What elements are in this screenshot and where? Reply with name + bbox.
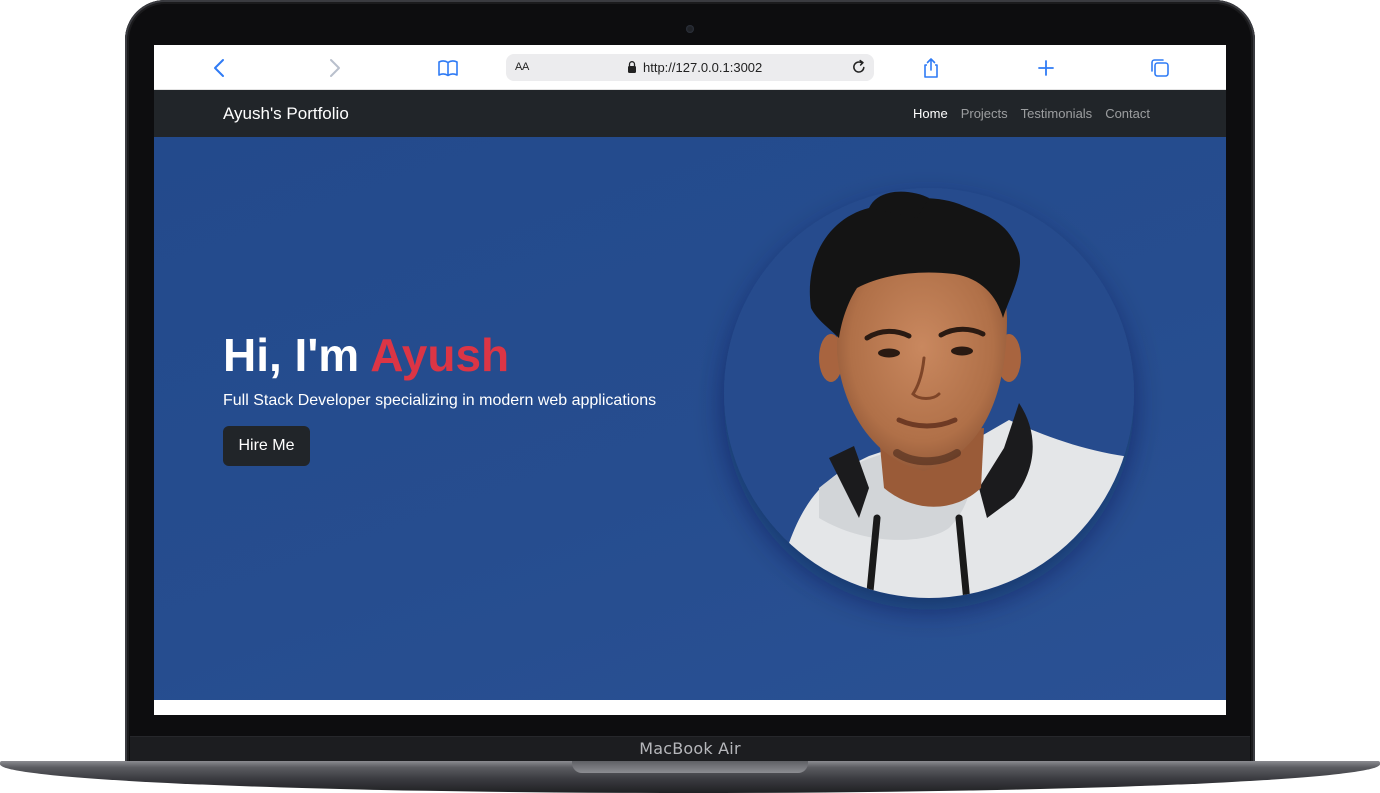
nav-link-projects[interactable]: Projects	[961, 106, 1008, 121]
browser-screen: AA http://127.0.0.1:3002 Ayush's Portfol…	[154, 45, 1226, 715]
text-size-button[interactable]: AA	[515, 61, 529, 73]
laptop-notch	[572, 761, 808, 773]
reload-icon[interactable]	[850, 58, 868, 76]
address-bar[interactable]: AA http://127.0.0.1:3002	[506, 54, 874, 81]
hire-me-button[interactable]: Hire Me	[223, 426, 310, 466]
page-below-hero	[154, 700, 1226, 715]
hero-name: Ayush	[370, 329, 510, 381]
camera-icon	[686, 25, 694, 33]
nav-link-contact[interactable]: Contact	[1105, 106, 1150, 121]
nav-link-home[interactable]: Home	[913, 106, 948, 121]
plus-icon[interactable]	[1034, 56, 1058, 80]
hero-section: Hi, I'm Ayush Full Stack Developer speci…	[154, 137, 1226, 700]
chevron-right-icon[interactable]	[322, 56, 346, 80]
hero-title: Hi, I'm Ayush	[223, 328, 509, 382]
hero-subtitle: Full Stack Developer specializing in mod…	[223, 392, 657, 409]
lock-icon	[628, 61, 636, 73]
share-icon[interactable]	[919, 56, 943, 80]
url-text: http://127.0.0.1:3002	[643, 60, 763, 75]
site-navbar: Ayush's Portfolio Home Projects Testimon…	[154, 90, 1226, 137]
chevron-left-icon[interactable]	[208, 56, 232, 80]
hero-greeting: Hi, I'm	[223, 329, 360, 381]
book-icon[interactable]	[436, 56, 460, 80]
nav-links: Home Projects Testimonials Contact	[913, 106, 1150, 121]
profile-photo	[719, 188, 1139, 602]
device-label: MacBook Air	[639, 739, 741, 758]
navbar-brand[interactable]: Ayush's Portfolio	[223, 104, 349, 124]
browser-toolbar: AA http://127.0.0.1:3002	[154, 45, 1226, 90]
tabs-icon[interactable]	[1148, 56, 1172, 80]
nav-link-testimonials[interactable]: Testimonials	[1021, 106, 1093, 121]
